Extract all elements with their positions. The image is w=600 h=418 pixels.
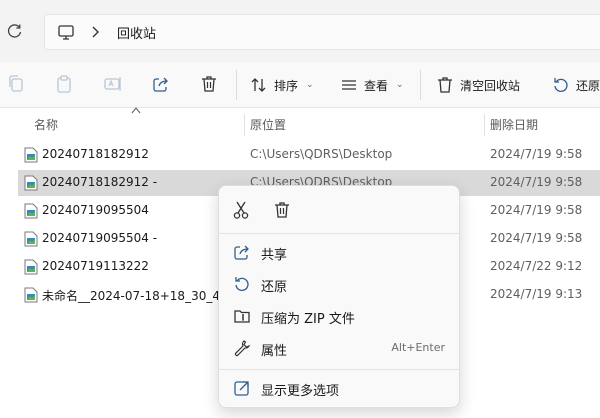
paste-icon[interactable] (54, 74, 74, 94)
image-file-icon (24, 287, 38, 303)
restore-icon (235, 277, 249, 291)
menu-divider (219, 369, 459, 370)
menu-item-label: 属性 (261, 344, 288, 359)
file-name: 20240719095504 (42, 203, 149, 217)
delete-icon[interactable] (272, 200, 292, 220)
share-icon (234, 245, 249, 260)
column-header-original-location[interactable]: 原位置 (250, 116, 286, 133)
menu-item-share[interactable]: 共享 (223, 238, 455, 266)
menu-item-properties[interactable]: 属性 Alt+Enter (223, 334, 455, 362)
wrench-icon (234, 340, 251, 357)
file-name: 20240718182912 - (42, 175, 158, 189)
cut-icon[interactable] (231, 200, 251, 220)
image-file-icon (24, 231, 38, 247)
column-header-name[interactable]: 名称 (34, 116, 58, 133)
address-bar[interactable]: 回收站 (44, 14, 600, 50)
delete-icon[interactable] (199, 74, 219, 94)
chevron-right-icon[interactable] (89, 24, 101, 40)
sort-icon (251, 78, 266, 92)
file-deleted-date: 2024/7/19 9:58 (490, 147, 583, 161)
monitor-icon[interactable] (57, 23, 75, 41)
sort-button[interactable]: 排序 ⌄ (250, 72, 314, 98)
file-name: 20240719095504 - (42, 231, 158, 245)
menu-item-label: 压缩为 ZIP 文件 (261, 312, 355, 327)
file-deleted-date: 2024/7/19 9:58 (490, 203, 583, 217)
file-deleted-date: 2024/7/19 9:13 (490, 287, 583, 301)
restore-label: 还原 (576, 78, 600, 93)
file-deleted-date: 2024/7/19 9:58 (490, 175, 583, 189)
menu-item-label: 还原 (261, 280, 288, 295)
list-view-icon (342, 80, 356, 90)
image-file-icon (24, 175, 38, 191)
menu-item-restore[interactable]: 还原 (223, 270, 455, 298)
copy-icon[interactable] (6, 74, 26, 94)
view-label: 查看 (364, 78, 389, 93)
restore-icon (554, 78, 568, 92)
menu-item-compress-zip[interactable]: 压缩为 ZIP 文件 (223, 302, 455, 330)
image-file-icon (24, 147, 38, 163)
file-name: 20240718182912 (42, 147, 149, 161)
file-deleted-date: 2024/7/22 9:12 (490, 259, 583, 273)
refresh-icon[interactable] (6, 22, 24, 40)
column-header-date-deleted[interactable]: 删除日期 (490, 116, 538, 133)
menu-item-show-more-options[interactable]: 显示更多选项 (223, 374, 455, 402)
image-file-icon (24, 203, 38, 219)
file-location: C:\Users\QDRS\Desktop (250, 147, 393, 161)
toolbar-divider (236, 70, 237, 100)
image-file-icon (24, 259, 38, 275)
more-options-icon (234, 381, 249, 396)
menu-divider (219, 233, 459, 234)
zip-icon (234, 310, 250, 323)
table-row[interactable]: 20240718182912 C:\Users\QDRS\Desktop 202… (18, 142, 600, 168)
file-name: 20240719113222 (42, 259, 149, 273)
column-header-row: 名称 原位置 删除日期 (0, 108, 600, 138)
column-divider[interactable] (244, 114, 245, 136)
menu-item-label: 共享 (261, 248, 288, 263)
view-button[interactable]: 查看 ⌄ (340, 72, 404, 98)
share-icon[interactable] (151, 74, 171, 94)
breadcrumb-recycle-bin[interactable]: 回收站 (117, 23, 156, 42)
menu-item-label: 显示更多选项 (261, 384, 340, 399)
command-bar: 排序 ⌄ 查看 ⌄ 清空回收站 还原 (0, 62, 600, 108)
file-name: 未命名__2024-07-18+18_30_49 (42, 289, 228, 303)
toolbar-divider (420, 70, 421, 100)
sort-label: 排序 (274, 78, 299, 93)
chevron-down-icon: ⌄ (306, 80, 314, 90)
rename-icon[interactable] (103, 74, 123, 94)
restore-button[interactable]: 还原 (552, 72, 600, 98)
empty-recycle-bin-button[interactable]: 清空回收站 (436, 72, 520, 98)
file-deleted-date: 2024/7/19 9:58 (490, 231, 583, 245)
chevron-down-icon: ⌄ (396, 80, 404, 90)
delete-icon (438, 77, 452, 93)
menu-item-shortcut: Alt+Enter (391, 341, 445, 354)
column-divider[interactable] (484, 114, 485, 136)
context-menu: 共享 还原 压缩为 ZIP 文件 属性 Alt+Enter 显示更多选项 (218, 185, 460, 408)
address-bar-row: 回收站 (0, 0, 600, 62)
empty-bin-label: 清空回收站 (460, 78, 521, 93)
